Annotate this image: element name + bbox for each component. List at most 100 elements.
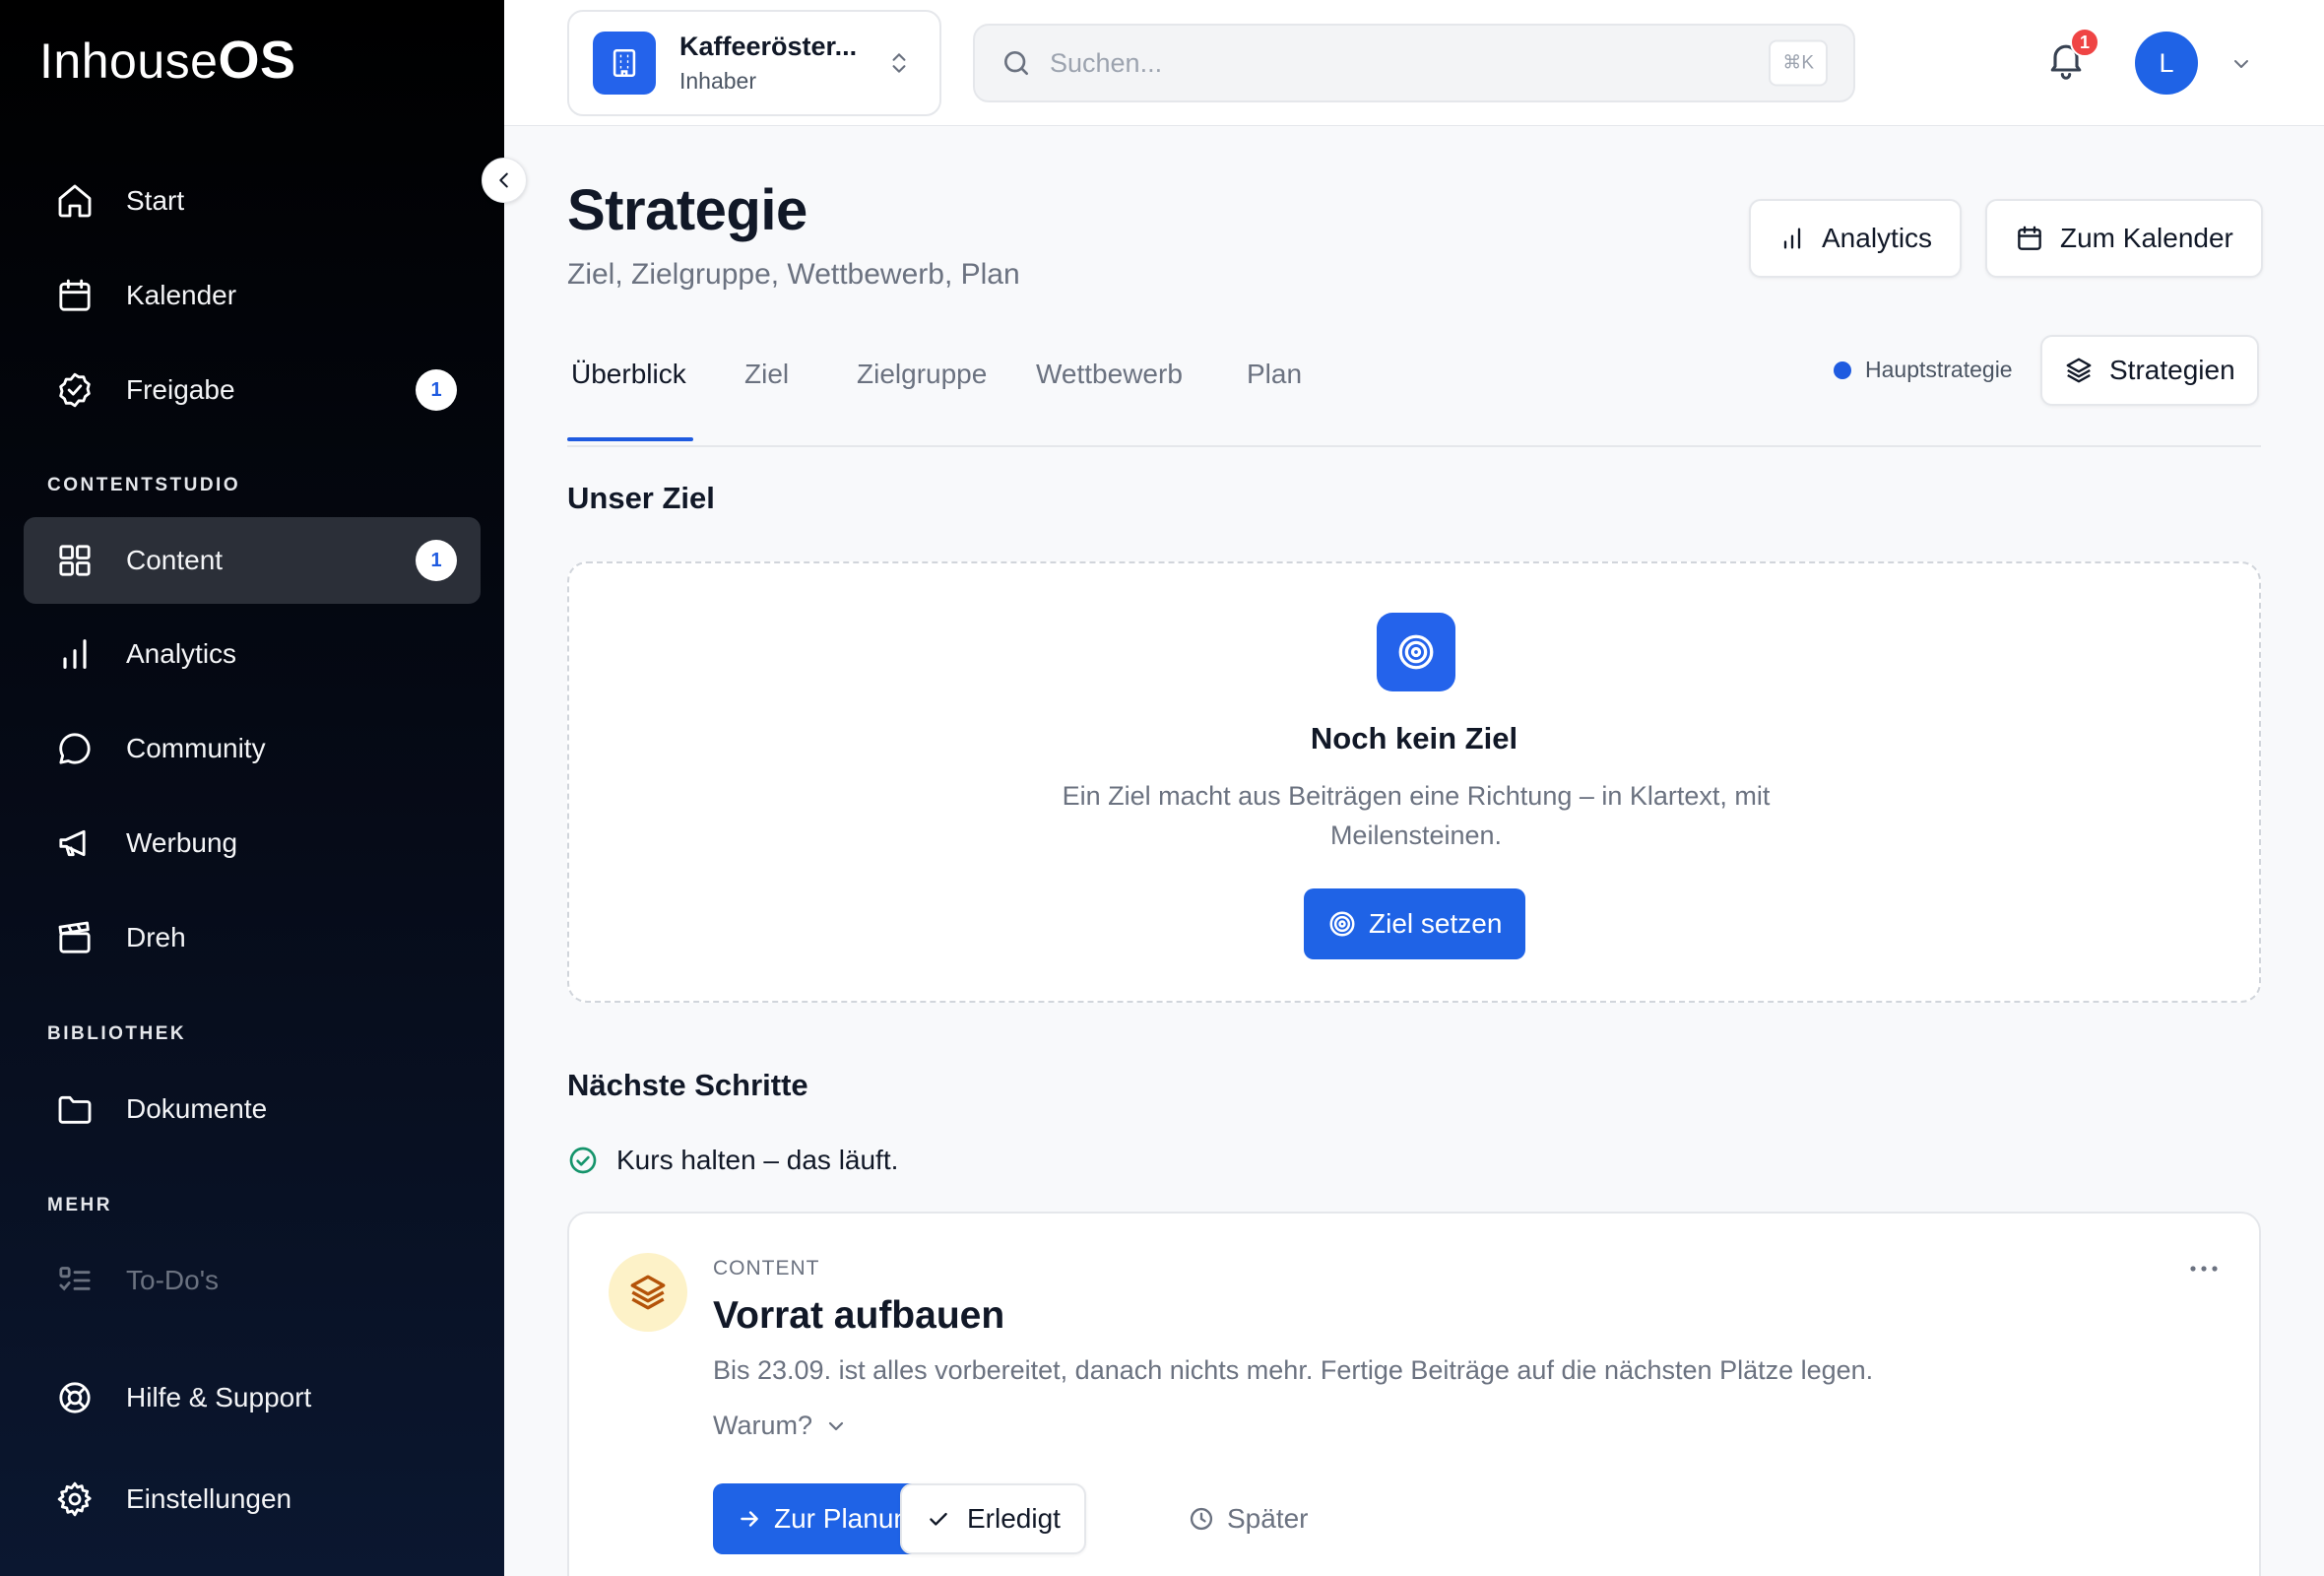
gear-icon <box>53 1478 97 1521</box>
sidebar: InhouseOS Start Kalender Freigabe 1 CONT… <box>0 0 504 1576</box>
chevron-left-icon <box>493 169 515 191</box>
sidebar-item-freigabe[interactable]: Freigabe 1 <box>24 347 481 433</box>
sidebar-item-label: To-Do's <box>126 1265 220 1295</box>
avatar[interactable]: L <box>2135 32 2198 95</box>
status-message-text: Kurs halten – das läuft. <box>616 1145 899 1175</box>
sidebar-item-dokumente[interactable]: Dokumente <box>24 1066 481 1152</box>
check-badge-icon <box>53 368 97 412</box>
sidebar-item-hilfe-support[interactable]: Hilfe & Support <box>24 1354 481 1441</box>
mark-done-button[interactable]: Erledigt <box>900 1483 1086 1554</box>
sidebar-item-analytics[interactable]: Analytics <box>24 611 481 697</box>
search-input[interactable] <box>1050 47 1739 79</box>
clapperboard-icon <box>53 916 97 959</box>
checklist-icon <box>53 1259 97 1302</box>
clock-icon <box>1188 1505 1215 1533</box>
set-goal-button[interactable]: Ziel setzen <box>1304 888 1526 959</box>
home-icon <box>53 179 97 223</box>
sidebar-item-werbung[interactable]: Werbung <box>24 800 481 886</box>
folder-icon <box>53 1087 97 1131</box>
collapse-sidebar-button[interactable] <box>482 158 527 203</box>
sidebar-item-dreh[interactable]: Dreh <box>24 894 481 981</box>
logo-text-thin: Inhouse <box>39 33 219 89</box>
sidebar-item-label: Kalender <box>126 280 237 310</box>
sidebar-item-todos[interactable]: To-Do's <box>24 1237 481 1324</box>
set-goal-button-label: Ziel setzen <box>1369 908 1503 939</box>
sidebar-item-community[interactable]: Community <box>24 705 481 792</box>
organization-role: Inhaber <box>679 68 757 94</box>
status-message: Kurs halten – das läuft. <box>567 1145 898 1176</box>
page-title: Strategie <box>567 178 807 242</box>
count-badge: 1 <box>416 540 457 581</box>
arrow-right-icon <box>737 1506 762 1532</box>
grid-icon <box>53 539 97 582</box>
main-content: Strategie Ziel, Zielgruppe, Wettbewerb, … <box>504 126 2324 1576</box>
active-tab-indicator <box>567 437 693 441</box>
goal-section-title: Unser Ziel <box>567 481 715 515</box>
calendar-icon <box>53 274 97 317</box>
analytics-button[interactable]: Analytics <box>1749 199 1963 278</box>
search-icon <box>1001 47 1032 79</box>
sidebar-item-label: Community <box>126 733 266 763</box>
more-options-button[interactable] <box>2188 1263 2220 1275</box>
lifebuoy-icon <box>53 1376 97 1419</box>
calendar-button[interactable]: Zum Kalender <box>1985 199 2263 278</box>
sidebar-item-start[interactable]: Start <box>24 158 481 244</box>
goal-empty-description: Ein Ziel macht aus Beiträgen eine Richtu… <box>1062 781 1771 850</box>
sidebar-item-label: Analytics <box>126 638 237 669</box>
bar-chart-icon <box>1778 225 1806 252</box>
sidebar-item-label: Einstellungen <box>126 1483 292 1514</box>
mark-done-label: Erledigt <box>967 1503 1061 1534</box>
strategy-tabs: Überblick Ziel Zielgruppe Wettbewerb Pla… <box>567 329 2261 447</box>
sidebar-item-kalender[interactable]: Kalender <box>24 252 481 339</box>
building-icon <box>593 32 656 95</box>
ellipsis-icon <box>2188 1263 2220 1275</box>
main-strategy-label: Hauptstrategie <box>1865 357 2013 382</box>
sidebar-item-label: Hilfe & Support <box>126 1382 312 1412</box>
analytics-button-label: Analytics <box>1822 223 1933 253</box>
organization-switcher[interactable]: Kaffeeröster... Inhaber <box>567 10 941 116</box>
strategies-button[interactable]: Strategien <box>2040 335 2259 406</box>
why-toggle-label: Warum? <box>713 1411 813 1440</box>
later-button-label: Später <box>1227 1503 1309 1534</box>
checkmark-icon <box>926 1506 951 1532</box>
sidebar-item-label: Werbung <box>126 827 238 858</box>
target-icon <box>1327 909 1357 939</box>
sidebar-item-label: Dreh <box>126 922 186 952</box>
tab-plan[interactable]: Plan <box>1247 359 1302 447</box>
calendar-button-label: Zum Kalender <box>2060 223 2233 253</box>
task-description: Bis 23.09. ist alles vorbereitet, danach… <box>713 1355 1874 1385</box>
layers-icon <box>2064 356 2094 385</box>
section-label-mehr: MEHR <box>47 1195 112 1215</box>
bar-chart-icon <box>53 632 97 676</box>
why-toggle[interactable]: Warum? <box>713 1411 848 1441</box>
keyboard-shortcut-hint: ⌘K <box>1769 39 1828 87</box>
count-badge: 1 <box>416 369 457 411</box>
tab-ziel[interactable]: Ziel <box>744 359 789 447</box>
megaphone-icon <box>53 821 97 865</box>
status-dot <box>1834 361 1851 379</box>
strategies-button-label: Strategien <box>2109 355 2235 385</box>
task-card: CONTENT Vorrat aufbauen Bis 23.09. ist a… <box>567 1212 2261 1576</box>
calendar-icon <box>2015 224 2044 253</box>
search-bar[interactable]: ⌘K <box>973 24 1855 102</box>
tab-ueberblick[interactable]: Überblick <box>571 359 686 447</box>
layers-icon <box>609 1253 687 1332</box>
chevron-up-down-icon <box>886 50 912 76</box>
section-label-bibliothek: BIBLIOTHEK <box>47 1023 187 1044</box>
sidebar-item-content[interactable]: Content 1 <box>24 517 481 604</box>
sidebar-item-label: Content <box>126 545 224 575</box>
task-category: CONTENT <box>713 1257 820 1280</box>
goal-empty-state-card: Noch kein Ziel Ein Ziel macht aus Beiträ… <box>567 561 2261 1003</box>
main-strategy-indicator: Hauptstrategie <box>1834 357 2013 383</box>
next-steps-section-title: Nächste Schritte <box>567 1068 808 1102</box>
target-icon <box>1377 613 1455 691</box>
sidebar-item-label: Dokumente <box>126 1093 268 1124</box>
task-title: Vorrat aufbauen <box>713 1294 1005 1337</box>
sidebar-item-einstellungen[interactable]: Einstellungen <box>24 1456 481 1543</box>
chat-bubble-icon <box>53 727 97 770</box>
app-logo[interactable]: InhouseOS <box>39 30 295 91</box>
chevron-down-icon[interactable] <box>2229 52 2253 76</box>
later-button[interactable]: Später <box>1188 1483 1309 1554</box>
tab-zielgruppe[interactable]: Zielgruppe <box>857 359 987 447</box>
tab-wettbewerb[interactable]: Wettbewerb <box>1036 359 1183 447</box>
